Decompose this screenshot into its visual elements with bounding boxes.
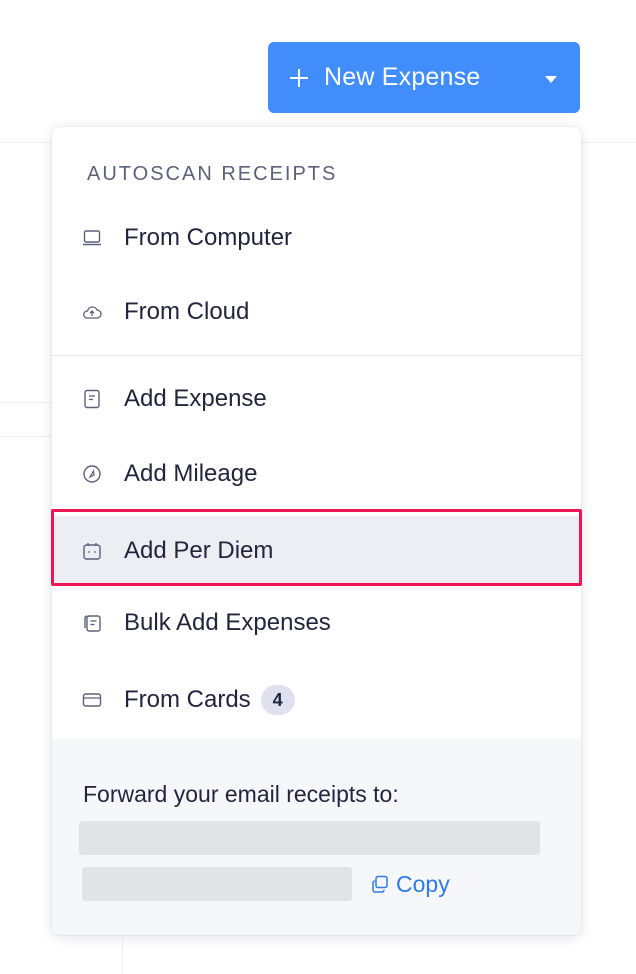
plus-icon <box>290 68 308 87</box>
redacted-email-address <box>82 867 352 901</box>
background-divider <box>122 935 123 974</box>
copy-link[interactable]: Copy <box>370 867 450 901</box>
menu-item-label: Bulk Add Expenses <box>124 609 331 636</box>
section-heading: AUTOSCAN RECEIPTS <box>87 163 338 185</box>
background-divider <box>0 436 52 437</box>
menu-divider <box>52 355 581 356</box>
copy-label: Copy <box>396 870 450 897</box>
card-count-badge: 4 <box>260 685 295 715</box>
dropdown-toggle[interactable] <box>522 42 580 113</box>
card-icon <box>82 690 102 710</box>
email-forward-panel: Forward your email receipts to: Copy <box>52 739 581 935</box>
redacted-email-address <box>79 821 540 855</box>
menu-item-add-expense[interactable]: Add Expense <box>52 367 581 431</box>
menu-item-label: From Cards <box>124 686 251 713</box>
menu-item-add-mileage[interactable]: Add Mileage <box>52 442 581 506</box>
background-divider <box>0 402 52 403</box>
new-expense-dropdown: AUTOSCAN RECEIPTS From Computer From Clo… <box>52 127 581 935</box>
new-expense-label: New Expense <box>324 63 481 91</box>
new-expense-main[interactable]: New Expense <box>268 42 522 113</box>
menu-item-from-computer[interactable]: From Computer <box>52 206 581 270</box>
menu-item-bulk-add-expenses[interactable]: Bulk Add Expenses <box>52 591 581 655</box>
bulk-receipt-icon <box>82 613 102 633</box>
menu-item-label: From Cloud <box>124 298 250 325</box>
menu-item-add-per-diem[interactable]: Add Per Diem <box>52 516 581 585</box>
new-expense-button[interactable]: New Expense <box>268 42 580 113</box>
menu-item-label: Add Expense <box>124 385 267 412</box>
menu-item-from-cards[interactable]: From Cards 4 <box>52 668 581 732</box>
speedometer-icon <box>82 464 102 484</box>
menu-item-from-cloud[interactable]: From Cloud <box>52 280 581 344</box>
menu-item-label: Add Per Diem <box>124 536 274 564</box>
menu-item-label: From Computer <box>124 224 293 251</box>
caret-down-icon <box>545 76 557 83</box>
cloud-upload-icon <box>82 302 102 322</box>
per-diem-icon <box>82 541 102 561</box>
forward-email-text: Forward your email receipts to: <box>83 781 399 807</box>
menu-item-label: Add Mileage <box>124 460 258 487</box>
laptop-icon <box>82 228 102 248</box>
copy-icon <box>370 874 396 894</box>
receipt-icon <box>82 389 102 409</box>
